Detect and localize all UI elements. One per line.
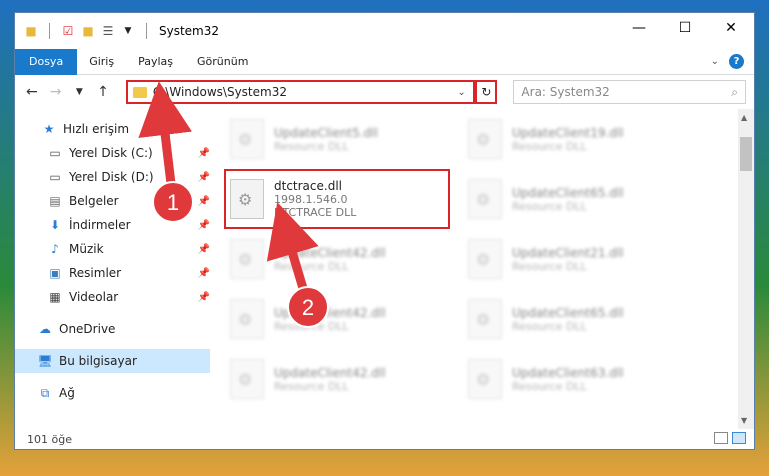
drive-icon: ▭ <box>49 146 61 160</box>
dll-file-icon <box>468 239 502 279</box>
chevron-down-icon[interactable]: ⌄ <box>457 87 473 98</box>
back-arrow-icon[interactable]: ← <box>23 84 41 100</box>
expand-ribbon-icon[interactable]: ⌄ <box>711 56 719 67</box>
details-view-icon[interactable] <box>714 432 728 444</box>
file-item[interactable]: UpdateClient42.dllResource DLL <box>230 229 468 289</box>
nav-onedrive[interactable]: ☁ OneDrive <box>15 317 210 341</box>
chevron-down-icon[interactable]: ▼ <box>120 23 136 39</box>
cloud-icon: ☁ <box>39 322 51 336</box>
dll-file-icon <box>468 179 502 219</box>
nav-downloads[interactable]: ⬇ İndirmeler 📌 <box>15 213 210 237</box>
nav-quick-access[interactable]: ★ Hızlı erişim <box>15 117 210 141</box>
video-icon: ▦ <box>49 290 61 304</box>
star-icon: ★ <box>43 122 55 136</box>
refresh-button[interactable]: ↻ <box>475 80 498 104</box>
window-title: System32 <box>159 24 220 38</box>
file-item[interactable]: UpdateClient5.dllResource DLL <box>230 109 468 169</box>
pin-icon[interactable]: 📌 <box>198 172 210 183</box>
file-item[interactable]: UpdateClient42.dllResource DLL <box>230 349 468 409</box>
dll-file-icon <box>468 299 502 339</box>
nav-documents[interactable]: ▤ Belgeler 📌 <box>15 189 210 213</box>
pin-icon[interactable]: 📌 <box>198 220 210 231</box>
download-icon: ⬇ <box>49 218 61 232</box>
folder-icon: ■ <box>25 24 37 38</box>
ribbon-tabs: Dosya Giriş Paylaş Görünüm ⌄ ? <box>15 48 754 75</box>
properties-icon[interactable]: ☑ <box>60 23 76 39</box>
maximize-button[interactable]: ☐ <box>662 13 708 43</box>
network-icon: ⧉ <box>40 385 50 400</box>
search-icon: ⌕ <box>731 84 738 99</box>
file-name: dtctrace.dll <box>274 179 342 193</box>
dll-file-icon <box>230 119 264 159</box>
pictures-icon: ▣ <box>49 266 61 280</box>
item-count: 101 öğe <box>27 432 72 446</box>
nav-pictures[interactable]: ▣ Resimler 📌 <box>15 261 210 285</box>
search-input[interactable]: Ara: System32 ⌕ <box>513 80 746 104</box>
file-item[interactable]: UpdateClient65.dllResource DLL <box>468 289 706 349</box>
status-bar: 101 öğe <box>15 429 754 449</box>
dll-file-icon <box>230 179 264 219</box>
file-item[interactable]: UpdateClient19.dllResource DLL <box>468 109 706 169</box>
tab-file[interactable]: Dosya <box>15 48 78 75</box>
forward-arrow-icon[interactable]: → <box>47 84 65 100</box>
help-icon[interactable]: ? <box>729 54 744 69</box>
tab-home[interactable]: Giriş <box>77 50 126 74</box>
close-button[interactable]: ✕ <box>708 13 754 43</box>
dll-file-icon <box>230 299 264 339</box>
explorer-window: ■ ☑ ■ ☰ ▼ System32 — ☐ ✕ Dosya Giriş Pay… <box>14 12 755 450</box>
up-arrow-icon[interactable]: ↑ <box>94 84 112 100</box>
file-description: DTCTRACE DLL <box>274 206 357 219</box>
file-item[interactable]: UpdateClient65.dllResource DLL <box>468 169 706 229</box>
nav-this-pc[interactable]: 🖥 Bu bilgisayar <box>15 349 210 373</box>
dll-file-icon <box>468 119 502 159</box>
file-list: UpdateClient5.dllResource DLL UpdateClie… <box>210 109 754 429</box>
file-version: 1998.1.546.0 <box>274 193 348 206</box>
file-item[interactable]: UpdateClient63.dllResource DLL <box>468 349 706 409</box>
file-item[interactable]: UpdateClient42.dllResource DLL <box>230 289 468 349</box>
drive-icon: ▭ <box>49 170 61 184</box>
pin-icon[interactable]: 📌 <box>198 244 210 255</box>
scroll-down-icon[interactable]: ▼ <box>741 416 747 425</box>
address-path[interactable]: C:\Windows\System32 <box>153 85 458 99</box>
customize-icon[interactable]: ☰ <box>100 23 116 39</box>
documents-icon: ▤ <box>49 194 61 208</box>
minimize-button[interactable]: — <box>616 13 662 43</box>
file-item[interactable]: UpdateClient21.dllResource DLL <box>468 229 706 289</box>
scroll-up-icon[interactable]: ▲ <box>741 113 747 122</box>
title-bar: ■ ☑ ■ ☰ ▼ System32 — ☐ ✕ <box>15 13 754 49</box>
dll-file-icon <box>468 359 502 399</box>
computer-icon: 🖥 <box>37 354 53 368</box>
scroll-thumb[interactable] <box>740 137 752 171</box>
nav-drive-d[interactable]: ▭ Yerel Disk (D:) 📌 <box>15 165 210 189</box>
folder-icon <box>132 86 147 98</box>
recent-locations-icon[interactable]: ▼ <box>70 87 88 97</box>
navigation-pane: ★ Hızlı erişim ▭ Yerel Disk (C:) 📌 ▭ Yer… <box>15 109 210 429</box>
pin-icon[interactable]: 📌 <box>198 196 210 207</box>
tab-share[interactable]: Paylaş <box>126 50 185 74</box>
nav-network[interactable]: ⧉ Ağ <box>15 381 210 405</box>
nav-music[interactable]: ♪ Müzik 📌 <box>15 237 210 261</box>
music-icon: ♪ <box>51 242 59 256</box>
dll-file-icon <box>230 359 264 399</box>
new-folder-icon[interactable]: ■ <box>80 23 96 39</box>
address-bar[interactable]: C:\Windows\System32 ⌄ ↻ <box>125 80 498 104</box>
pin-icon[interactable]: 📌 <box>198 292 210 303</box>
nav-drive-c[interactable]: ▭ Yerel Disk (C:) 📌 <box>15 141 210 165</box>
vertical-scrollbar[interactable]: ▲ ▼ <box>738 109 754 429</box>
address-row: ← → ▼ ↑ C:\Windows\System32 ⌄ ↻ Ara: Sys… <box>15 75 754 109</box>
file-item-dtctrace[interactable]: dtctrace.dll 1998.1.546.0 DTCTRACE DLL <box>224 169 450 229</box>
tab-view[interactable]: Görünüm <box>185 50 260 74</box>
nav-videos[interactable]: ▦ Videolar 📌 <box>15 285 210 309</box>
pin-icon[interactable]: 📌 <box>198 268 210 279</box>
dll-file-icon <box>230 239 264 279</box>
pin-icon[interactable]: 📌 <box>198 148 210 159</box>
quick-access-toolbar: ■ ☑ ■ ☰ ▼ <box>15 23 153 39</box>
tiles-view-icon[interactable] <box>732 432 746 444</box>
search-placeholder: Ara: System32 <box>521 85 610 99</box>
